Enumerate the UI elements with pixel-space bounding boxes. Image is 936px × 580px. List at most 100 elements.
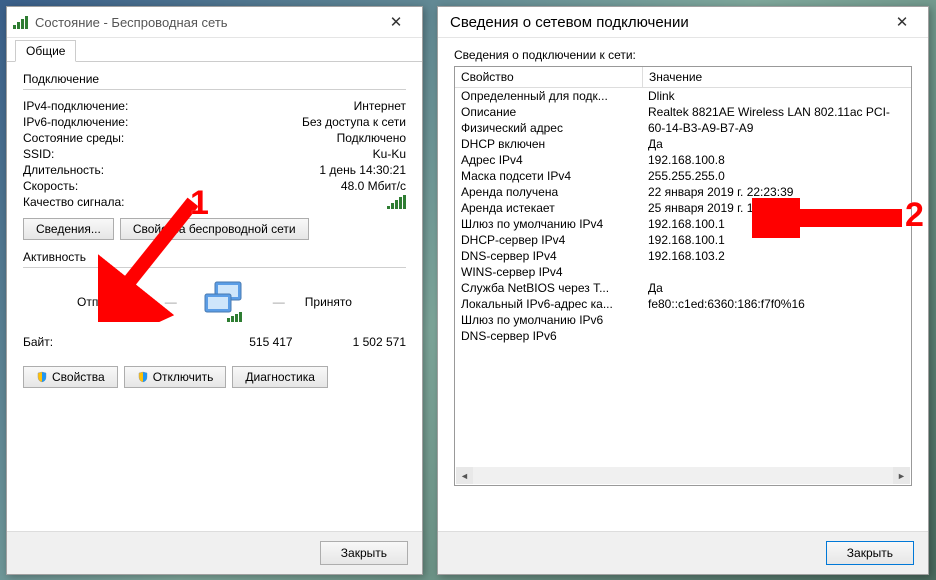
cell-property: Аренда истекает [455,201,642,215]
close-button[interactable]: Закрыть [320,541,408,565]
bytes-recv: 1 502 571 [353,335,406,349]
list-row[interactable]: Аренда истекает25 января 2019 г. 12:49:3… [455,200,911,216]
details-window: Сведения о сетевом подключении ✕ Сведени… [437,6,929,575]
recv-label: Принято [305,295,352,309]
window-body: Подключение IPv4-подключение:Интернет IP… [7,62,422,404]
list-row[interactable]: Служба NetBIOS через T...Да [455,280,911,296]
close-button[interactable]: Закрыть [826,541,914,565]
row-quality: Качество сигнала: [23,194,406,210]
cell-property: Шлюз по умолчанию IPv4 [455,217,642,231]
bottom-bar: Закрыть [7,531,422,574]
cell-value: 25 января 2019 г. 12:49:36 [642,201,911,215]
cell-property: Адрес IPv4 [455,153,642,167]
row-ipv6: IPv6-подключение:Без доступа к сети [23,114,406,130]
horizontal-scrollbar[interactable]: ◄ ► [456,467,910,484]
column-value[interactable]: Значение [643,67,911,87]
list-row[interactable]: Шлюз по умолчанию IPv6 [455,312,911,328]
diagnose-button[interactable]: Диагностика [232,366,328,388]
cell-property: DNS-сервер IPv6 [455,329,642,343]
titlebar[interactable]: Сведения о сетевом подключении ✕ [438,7,928,38]
listview-header[interactable]: Свойство Значение [455,67,911,88]
column-property[interactable]: Свойство [455,67,643,87]
details-listview[interactable]: Свойство Значение Определенный для подк.… [454,66,912,486]
divider: — [165,295,177,309]
list-row[interactable]: DHCP-сервер IPv4192.168.100.1 [455,232,911,248]
network-pc-icon [197,280,253,324]
cell-value [642,313,911,327]
bottom-bar: Закрыть [438,531,928,574]
cell-property: Физический адрес [455,121,642,135]
tabs: Общие [7,37,422,62]
scroll-track[interactable] [473,467,893,484]
shield-icon [36,371,48,383]
cell-property: DHCP-сервер IPv4 [455,233,642,247]
disable-button[interactable]: Отключить [124,366,227,388]
row-bytes: Байт: 515 4171 502 571 [23,334,406,350]
details-heading: Сведения о подключении к сети: [454,48,912,62]
scroll-left-icon[interactable]: ◄ [456,467,473,484]
window-title: Сведения о сетевом подключении [444,14,882,31]
cell-property: Шлюз по умолчанию IPv6 [455,313,642,327]
cell-value: Dlink [642,89,911,103]
group-activity: Активность [23,250,86,264]
cell-value: 60-14-B3-A9-B7-A9 [642,121,911,135]
cell-property: Описание [455,105,642,119]
list-row[interactable]: Определенный для подк...Dlink [455,88,911,104]
divider: — [273,295,285,309]
cell-value: Realtek 8821AE Wireless LAN 802.11ac PCI… [642,105,911,119]
cell-property: DHCP включен [455,137,642,151]
cell-property: DNS-сервер IPv4 [455,249,642,263]
divider [23,267,406,268]
bytes-sent: 515 417 [249,335,292,349]
list-row[interactable]: DNS-сервер IPv4192.168.103.2 [455,248,911,264]
list-row[interactable]: DNS-сервер IPv6 [455,328,911,344]
list-row[interactable]: Шлюз по умолчанию IPv4192.168.100.1 [455,216,911,232]
cell-property: Аренда получена [455,185,642,199]
cell-value: 192.168.100.1 [642,217,911,231]
wireless-props-button[interactable]: Свойства беспроводной сети [120,218,309,240]
cell-value: Да [642,281,911,295]
list-row[interactable]: WINS-сервер IPv4 [455,264,911,280]
list-row[interactable]: Физический адрес60-14-B3-A9-B7-A9 [455,120,911,136]
cell-property: Локальный IPv6-адрес ка... [455,297,642,311]
cell-value [642,265,911,279]
list-row[interactable]: Маска подсети IPv4255.255.255.0 [455,168,911,184]
scroll-right-icon[interactable]: ► [893,467,910,484]
cell-value: Да [642,137,911,151]
titlebar[interactable]: Состояние - Беспроводная сеть ✕ [7,7,422,38]
cell-property: Маска подсети IPv4 [455,169,642,183]
list-row[interactable]: DHCP включенДа [455,136,911,152]
tab-general[interactable]: Общие [15,40,76,62]
close-icon[interactable]: ✕ [376,10,416,34]
row-media: Состояние среды:Подключено [23,130,406,146]
divider [23,89,406,90]
cell-value [642,329,911,343]
cell-property: WINS-сервер IPv4 [455,265,642,279]
cell-value: 255.255.255.0 [642,169,911,183]
close-icon[interactable]: ✕ [882,10,922,34]
details-button[interactable]: Сведения... [23,218,114,240]
activity-panel: Отправлено — — Принято [23,280,406,324]
status-window: Состояние - Беспроводная сеть ✕ Общие По… [6,6,423,575]
cell-value: 22 января 2019 г. 22:23:39 [642,185,911,199]
signal-icon [387,195,406,209]
wifi-icon [13,15,29,29]
cell-value: 192.168.100.8 [642,153,911,167]
window-title: Состояние - Беспроводная сеть [35,15,376,30]
row-ipv4: IPv4-подключение:Интернет [23,98,406,114]
cell-property: Служба NetBIOS через T... [455,281,642,295]
list-row[interactable]: Локальный IPv6-адрес ка...fe80::c1ed:636… [455,296,911,312]
cell-value: 192.168.100.1 [642,233,911,247]
list-row[interactable]: Адрес IPv4192.168.100.8 [455,152,911,168]
list-row[interactable]: ОписаниеRealtek 8821AE Wireless LAN 802.… [455,104,911,120]
group-connection: Подключение [23,72,99,86]
shield-icon [137,371,149,383]
cell-value: fe80::c1ed:6360:186:f7f0%16 [642,297,911,311]
properties-button[interactable]: Свойства [23,366,118,388]
cell-value: 192.168.103.2 [642,249,911,263]
sent-label: Отправлено [77,295,145,309]
row-speed: Скорость:48.0 Мбит/с [23,178,406,194]
window-body: Сведения о подключении к сети: Свойство … [438,38,928,496]
list-row[interactable]: Аренда получена22 января 2019 г. 22:23:3… [455,184,911,200]
row-duration: Длительность:1 день 14:30:21 [23,162,406,178]
